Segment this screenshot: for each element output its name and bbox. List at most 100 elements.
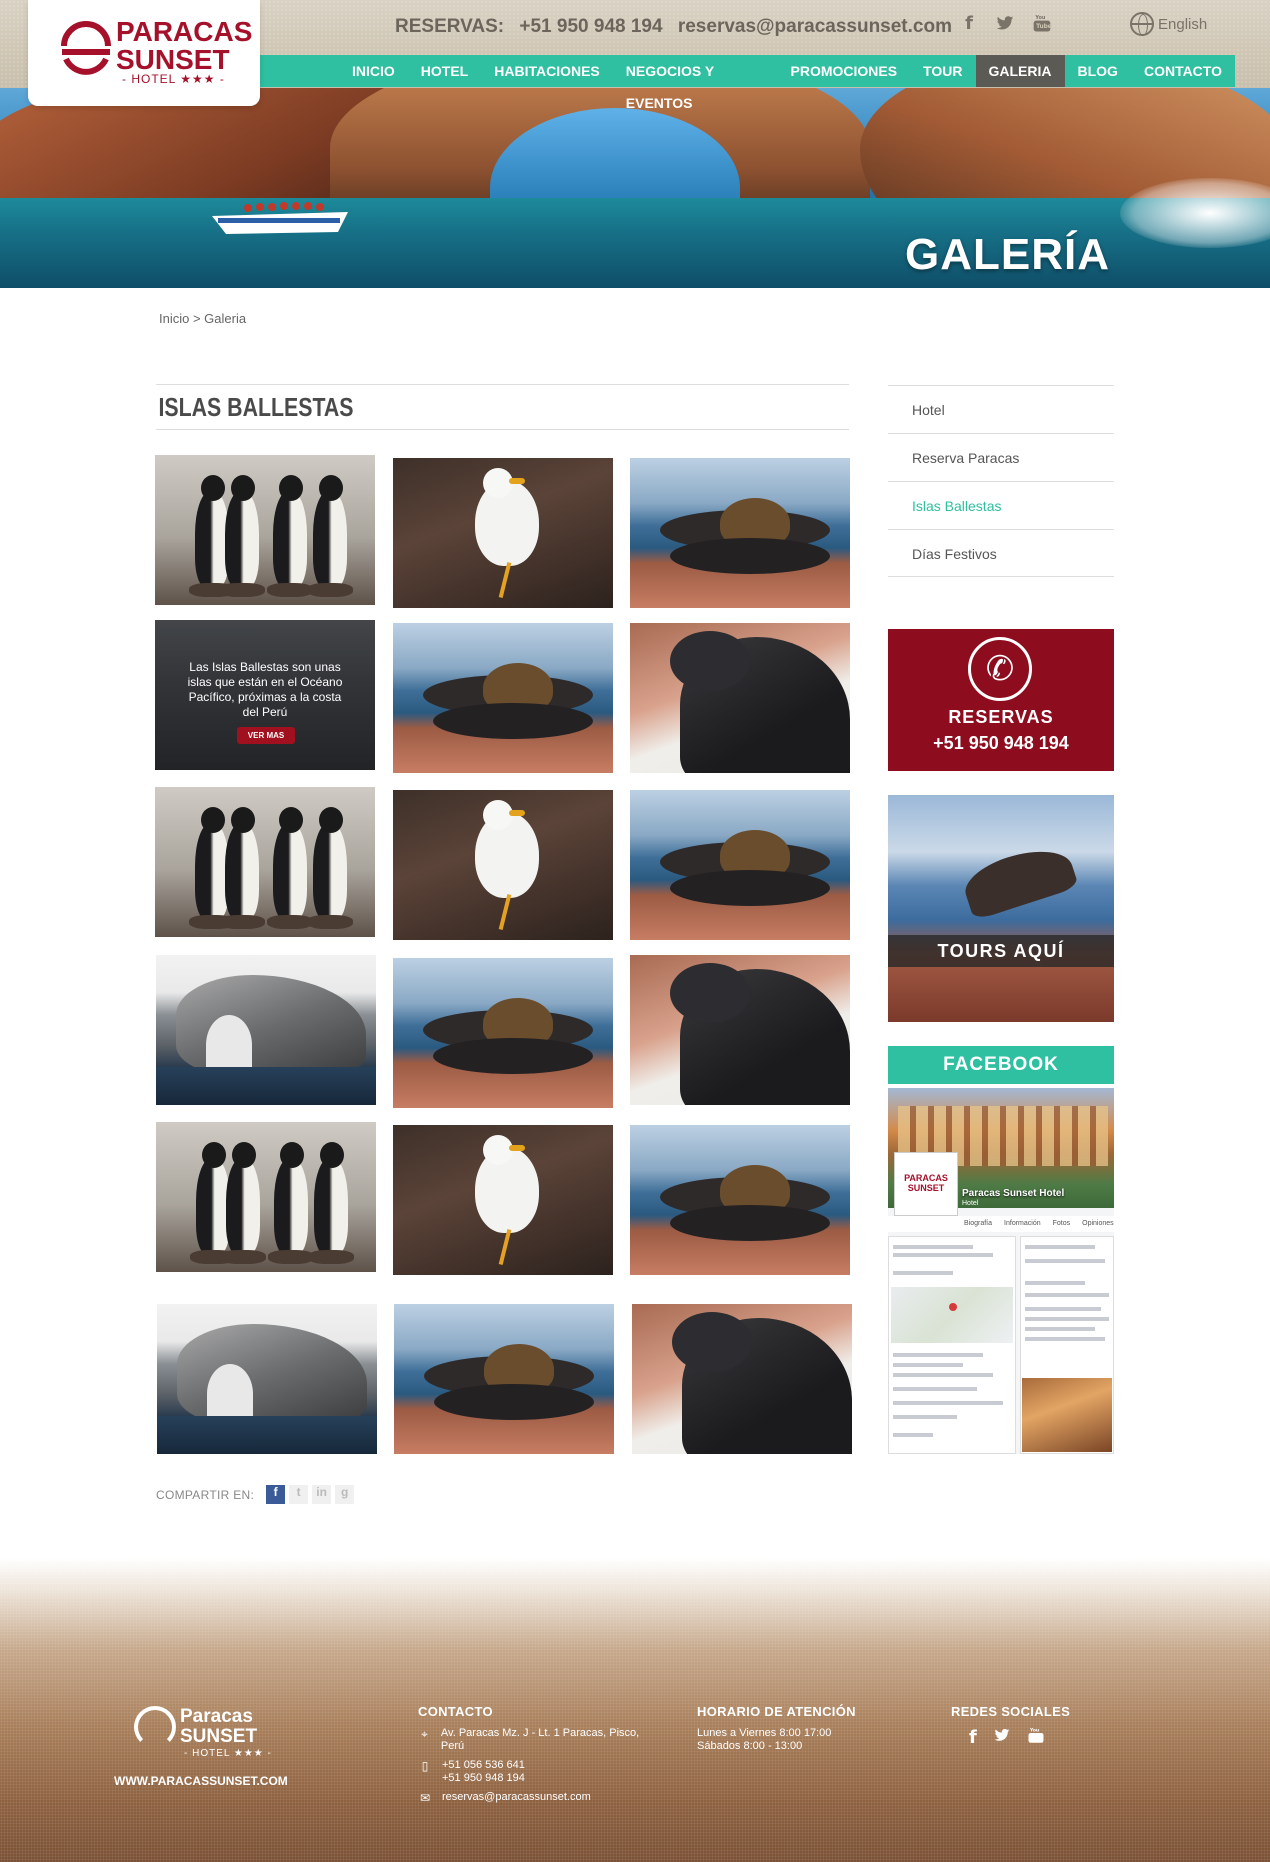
- facebook-icon[interactable]: f: [960, 14, 978, 34]
- facebook-map: [891, 1287, 1013, 1343]
- footer-facebook-icon[interactable]: f: [969, 1727, 977, 1750]
- gallery-photo-gull[interactable]: [393, 458, 613, 608]
- footer-hours-saturday: Sábados 8:00 - 13:00: [697, 1740, 803, 1752]
- share-bar: COMPARTIR EN: f t in g: [156, 1485, 355, 1504]
- reservas-banner[interactable]: ✆ RESERVAS +51 950 948 194: [888, 629, 1114, 771]
- nav-tour[interactable]: TOUR: [910, 55, 975, 87]
- nav-habitaciones[interactable]: HABITACIONES: [481, 55, 613, 87]
- sidebar-menu: Hotel Reserva Paracas Islas Ballestas Dí…: [888, 385, 1114, 577]
- nav-negocios-eventos[interactable]: NEGOCIOS Y EVENTOS: [613, 55, 778, 111]
- reservas-banner-phone: +51 950 948 194: [933, 733, 1069, 753]
- facebook-tab-opiniones[interactable]: Opiniones: [1082, 1216, 1114, 1232]
- main-nav: INICIO HOTEL HABITACIONES NEGOCIOS Y EVE…: [259, 55, 1235, 111]
- location-pin-icon: ⌖: [421, 1727, 428, 1741]
- footer-email[interactable]: reservas@paracassunset.com: [442, 1791, 591, 1805]
- nav-promociones[interactable]: PROMOCIONES: [778, 55, 911, 87]
- footer-phone-2[interactable]: +51 950 948 194: [442, 1772, 525, 1784]
- header-email[interactable]: reservas@paracassunset.com: [678, 16, 952, 37]
- share-facebook-icon[interactable]: f: [266, 1485, 286, 1504]
- tours-banner[interactable]: TOURS AQUÍ: [888, 795, 1114, 1022]
- sidebar-item-hotel[interactable]: Hotel: [888, 385, 1114, 433]
- gallery-photo-sea-lions[interactable]: [630, 1125, 850, 1275]
- facebook-widget[interactable]: PARACAS SUNSET Paracas Sunset Hotel Hotel…: [888, 1088, 1114, 1454]
- footer: Paracas SUNSET - HOTEL ★★★ - WWW.PARACAS…: [0, 1558, 1270, 1862]
- nav-hotel[interactable]: HOTEL: [408, 55, 481, 87]
- facebook-tabs: Biografía Información Fotos Opiniones: [888, 1216, 1114, 1232]
- header-phone[interactable]: +51 950 948 194: [519, 16, 662, 37]
- footer-phone-1[interactable]: +51 056 536 641: [442, 1759, 525, 1771]
- footer-address: Av. Paracas Mz. J - Lt. 1 Paracas, Pisco…: [440, 1727, 640, 1752]
- mobile-phone-icon: ▯: [421, 1759, 429, 1773]
- language-switch[interactable]: English: [1130, 12, 1207, 36]
- gallery-photo-rock-arch[interactable]: [156, 955, 376, 1105]
- header-social-links: f You Tube: [960, 14, 1052, 34]
- reservas-label: RESERVAS:: [395, 16, 505, 37]
- footer-contact-title: CONTACTO: [418, 1704, 493, 1719]
- gallery-photo-penguins[interactable]: [155, 787, 375, 937]
- footer-youtube-icon[interactable]: You: [1027, 1727, 1045, 1750]
- language-label: English: [1158, 15, 1208, 33]
- facebook-page-name[interactable]: Paracas Sunset Hotel: [962, 1188, 1064, 1199]
- map-pin-icon: [949, 1303, 957, 1311]
- reservas-banner-title: RESERVAS: [948, 707, 1054, 727]
- gallery-photo-sea-lions[interactable]: [393, 623, 613, 773]
- footer-website[interactable]: WWW.PARACASSUNSET.COM: [114, 1774, 288, 1788]
- nav-galeria[interactable]: GALERIA: [975, 55, 1065, 87]
- phone-icon: ✆: [968, 637, 1032, 701]
- share-google-icon[interactable]: g: [335, 1485, 355, 1504]
- sidebar-item-islas-ballestas[interactable]: Islas Ballestas: [888, 481, 1114, 529]
- breadcrumb[interactable]: Inicio > Galeria: [159, 311, 246, 326]
- gallery-photo-gull[interactable]: [393, 1125, 613, 1275]
- gallery-photo-sea-lions[interactable]: [630, 458, 850, 608]
- footer-logo[interactable]: Paracas SUNSET - HOTEL ★★★ -: [134, 1706, 274, 1766]
- reservations-contact: RESERVAS: +51 950 948 194 reservas@parac…: [395, 16, 962, 38]
- gallery-photo-sea-lions[interactable]: [630, 790, 850, 940]
- footer-hours-title: HORARIO DE ATENCIÓN: [697, 1704, 856, 1719]
- footer-contact: CONTACTO ⌖ Av. Paracas Mz. J - Lt. 1 Para…: [418, 1704, 648, 1811]
- logo-line3: - HOTEL ★★★ -: [122, 72, 225, 86]
- gallery-photo-rock-arch[interactable]: [157, 1304, 377, 1454]
- svg-text:Tube: Tube: [1036, 24, 1052, 30]
- nav-inicio[interactable]: INICIO: [339, 55, 408, 87]
- facebook-tab-biografia[interactable]: Biografía: [964, 1216, 992, 1232]
- section-title: ISLAS BALLESTAS: [158, 392, 354, 422]
- gallery-photo-gull[interactable]: [393, 790, 613, 940]
- svg-text:You: You: [1034, 15, 1046, 21]
- hotel-logo[interactable]: PARACAS SUNSET - HOTEL ★★★ -: [28, 0, 260, 106]
- twitter-icon[interactable]: [996, 14, 1014, 34]
- sea-lion-image: [958, 839, 1080, 921]
- ver-mas-button[interactable]: VER MAS: [237, 727, 295, 744]
- footer-twitter-icon[interactable]: [993, 1727, 1011, 1750]
- footer-logo-line1: Paracas: [180, 1706, 253, 1727]
- facebook-post-photo: [1022, 1378, 1112, 1452]
- facebook-widget-title: FACEBOOK: [888, 1046, 1114, 1084]
- sidebar-item-reserva-paracas[interactable]: Reserva Paracas: [888, 433, 1114, 481]
- footer-logo-mark-icon: [134, 1706, 176, 1748]
- youtube-icon[interactable]: You Tube: [1032, 14, 1052, 34]
- tours-banner-label: TOURS AQUÍ: [888, 935, 1114, 967]
- gallery-photo-seal[interactable]: [632, 1304, 852, 1454]
- sidebar-item-dias-festivos[interactable]: Días Festivos: [888, 529, 1114, 577]
- boat-image: [212, 202, 348, 234]
- gallery-photo-info[interactable]: Las Islas Ballestas son unas islas que e…: [155, 620, 375, 770]
- gallery-photo-sea-lions[interactable]: [394, 1304, 614, 1454]
- nav-contacto[interactable]: CONTACTO: [1131, 55, 1235, 87]
- share-twitter-icon[interactable]: t: [289, 1485, 309, 1504]
- facebook-tab-informacion[interactable]: Información: [1004, 1216, 1041, 1232]
- gallery-photo-sea-lions[interactable]: [393, 958, 613, 1108]
- facebook-info-column: [888, 1236, 1016, 1454]
- footer-hours-weekdays: Lunes a Viernes 8:00 17:00: [697, 1727, 832, 1739]
- facebook-tab-fotos[interactable]: Fotos: [1053, 1216, 1071, 1232]
- share-linkedin-icon[interactable]: in: [312, 1485, 332, 1504]
- gallery-photo-seal[interactable]: [630, 623, 850, 773]
- footer-hours: HORARIO DE ATENCIÓN Lunes a Viernes 8:00…: [697, 1704, 897, 1753]
- facebook-page-type: Hotel: [962, 1200, 979, 1207]
- logo-mark-icon: [61, 21, 111, 75]
- globe-icon: [1130, 12, 1154, 36]
- footer-logo-line3: - HOTEL ★★★ -: [184, 1748, 272, 1759]
- gallery-photo-penguins[interactable]: [155, 455, 375, 605]
- svg-text:You: You: [1029, 1728, 1039, 1734]
- gallery-photo-penguins[interactable]: [156, 1122, 376, 1272]
- gallery-photo-seal[interactable]: [630, 955, 850, 1105]
- nav-blog[interactable]: BLOG: [1065, 55, 1131, 87]
